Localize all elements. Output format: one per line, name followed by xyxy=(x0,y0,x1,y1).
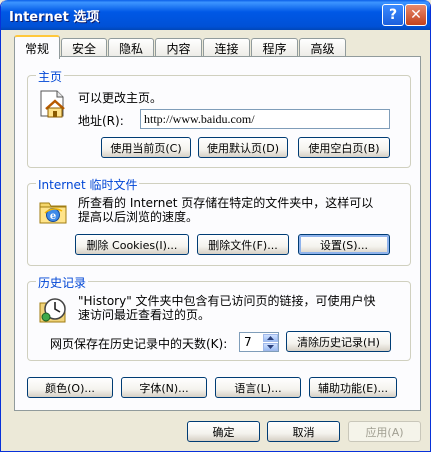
tab-programs[interactable]: 程序 xyxy=(251,38,298,57)
close-button[interactable]: ✕ xyxy=(405,4,427,26)
tab-label: 连接 xyxy=(214,41,239,56)
button-label: 语言(L)... xyxy=(234,381,282,395)
home-page-icon xyxy=(37,87,69,119)
history-days-spinner[interactable]: 7 xyxy=(239,332,279,352)
tab-security[interactable]: 安全 xyxy=(61,38,107,57)
button-label: 辅助功能(E)... xyxy=(317,381,389,395)
apply-button[interactable]: 应用(A) xyxy=(348,421,421,442)
internet-options-dialog: Internet 选项 ? ✕ 常规 安全 隐私 内容 连接 程序 高级 主页 … xyxy=(0,0,431,452)
button-label: 使用当前页(C) xyxy=(110,141,182,155)
spin-down-icon[interactable] xyxy=(263,343,278,351)
tab-general[interactable]: 常规 xyxy=(14,35,60,59)
button-label: 应用(A) xyxy=(365,425,404,439)
button-label: 删除 Cookies(I)... xyxy=(86,238,178,252)
button-label: 清除历史记录(H) xyxy=(297,335,380,349)
window-title: Internet 选项 xyxy=(9,10,100,25)
delete-cookies-button[interactable]: 删除 Cookies(I)... xyxy=(75,234,189,255)
tab-label: 隐私 xyxy=(118,41,143,56)
home-page-group-title: 主页 xyxy=(36,68,65,85)
delete-files-button[interactable]: 删除文件(F)... xyxy=(197,234,289,255)
use-blank-page-button[interactable]: 使用空白页(B) xyxy=(298,137,390,158)
help-button[interactable]: ? xyxy=(382,4,404,26)
use-current-page-button[interactable]: 使用当前页(C) xyxy=(101,137,191,158)
home-page-description: 可以更改主页。 xyxy=(78,91,163,105)
tab-label: 高级 xyxy=(310,41,335,56)
ok-button[interactable]: 确定 xyxy=(187,421,260,442)
accessibility-button[interactable]: 辅助功能(E)... xyxy=(309,377,397,398)
tab-label: 内容 xyxy=(166,41,191,56)
history-days-label: 网页保存在历史记录中的天数(K): xyxy=(50,337,228,351)
cancel-button[interactable]: 取消 xyxy=(267,421,340,442)
button-label: 设置(S)... xyxy=(319,238,369,252)
history-icon xyxy=(37,293,69,325)
temporary-files-description-line2: 提高以后浏览的速度。 xyxy=(78,210,199,224)
history-days-value: 7 xyxy=(244,335,252,349)
close-icon: ✕ xyxy=(410,7,422,23)
use-default-page-button[interactable]: 使用默认页(D) xyxy=(198,137,288,158)
languages-button[interactable]: 语言(L)... xyxy=(215,377,301,398)
button-label: 使用空白页(B) xyxy=(308,141,380,155)
history-description-line2: 速访问最近查看过的页。 xyxy=(78,308,211,322)
button-label: 颜色(O)... xyxy=(45,381,95,395)
help-icon: ? xyxy=(388,7,398,23)
tab-advanced[interactable]: 高级 xyxy=(299,38,346,57)
temporary-internet-files-icon: e xyxy=(37,195,69,227)
spin-up-icon[interactable] xyxy=(263,334,278,342)
svg-text:e: e xyxy=(50,211,56,222)
tab-privacy[interactable]: 隐私 xyxy=(108,38,154,57)
tab-connections[interactable]: 连接 xyxy=(203,38,250,57)
tab-label: 常规 xyxy=(24,41,49,56)
title-bar[interactable]: Internet 选项 ? ✕ xyxy=(1,0,430,30)
temporary-files-group-title: Internet 临时文件 xyxy=(36,176,140,193)
tab-content[interactable]: 内容 xyxy=(155,38,202,57)
clear-history-button[interactable]: 清除历史记录(H) xyxy=(286,331,391,352)
button-label: 取消 xyxy=(292,425,315,439)
general-tab-panel: 主页 可以更改主页。 地址(R): http://www.baidu.com/ … xyxy=(14,56,421,411)
colors-button[interactable]: 颜色(O)... xyxy=(27,377,113,398)
address-input[interactable]: http://www.baidu.com/ xyxy=(140,109,390,129)
button-label: 确定 xyxy=(212,425,235,439)
tab-label: 程序 xyxy=(262,41,287,56)
button-label: 删除文件(F)... xyxy=(208,238,278,252)
address-label: 地址(R): xyxy=(78,114,124,128)
fonts-button[interactable]: 字体(N)... xyxy=(121,377,207,398)
button-label: 字体(N)... xyxy=(139,381,189,395)
settings-button[interactable]: 设置(S)... xyxy=(298,234,390,255)
button-label: 使用默认页(D) xyxy=(206,141,280,155)
history-group-title: 历史记录 xyxy=(36,274,89,291)
tab-label: 安全 xyxy=(71,41,96,56)
address-value: http://www.baidu.com/ xyxy=(144,112,255,126)
